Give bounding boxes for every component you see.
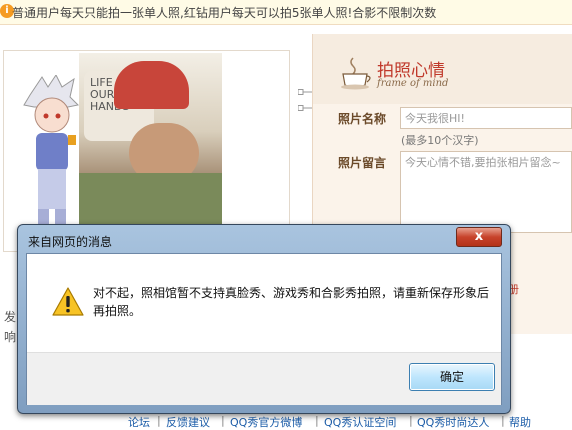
dialog-title: 来自网页的消息 bbox=[28, 235, 113, 249]
close-button[interactable]: x bbox=[456, 227, 502, 247]
footer-separator: | bbox=[221, 414, 225, 427]
avatar-figure bbox=[23, 75, 80, 235]
panel-header: 拍照心情 frame of mind bbox=[313, 34, 572, 104]
footer-link-feedback[interactable]: 反馈建议 bbox=[166, 414, 210, 430]
footer-links: 论坛 | 反馈建议 | QQ秀官方微博 | QQ秀认证空间 | QQ秀时尚达人 … bbox=[0, 414, 572, 430]
photo-name-hint: (最多10个汉字) bbox=[401, 134, 479, 147]
warning-icon bbox=[52, 287, 84, 316]
alert-dialog: 来自网页的消息 x 对不起，照相馆暂不支持真脸秀、游戏秀和合影秀拍照，请重新保存… bbox=[17, 224, 511, 414]
dialog-footer: 确定 bbox=[27, 352, 501, 405]
footer-link-certified-space[interactable]: QQ秀认证空间 bbox=[324, 414, 396, 430]
notice-text: 普通用户每天只能拍一张单人照,红钻用户每天可以拍5张单人照!合影不限制次数 bbox=[12, 6, 437, 20]
close-icon: x bbox=[474, 229, 484, 244]
dialog-body: 对不起，照相馆暂不支持真脸秀、游戏秀和合影秀拍照，请重新保存形象后再拍照。 bbox=[27, 254, 501, 352]
photo-preview: LIFE IN OUR HANDS bbox=[3, 50, 290, 252]
footer-link-fashion[interactable]: QQ秀时尚达人 bbox=[417, 414, 489, 430]
photo-cap-shape bbox=[114, 61, 189, 109]
footer-link-help[interactable]: 帮助 bbox=[509, 414, 531, 430]
photo-image: LIFE IN OUR HANDS bbox=[79, 53, 222, 249]
footer-separator: | bbox=[409, 414, 413, 427]
footer-link-weibo[interactable]: QQ秀官方微博 bbox=[230, 414, 302, 430]
footer-separator: | bbox=[501, 414, 505, 427]
notice-bar: i 普通用户每天只能拍一张单人照,红钻用户每天可以拍5张单人照!合影不限制次数 bbox=[0, 0, 572, 25]
photo-message-textarea[interactable]: 今天心情不错,要拍张相片留念~ bbox=[400, 151, 572, 233]
footer-link-forum[interactable]: 论坛 bbox=[128, 414, 150, 430]
coffee-cup-icon bbox=[341, 57, 371, 90]
footer-separator: | bbox=[157, 414, 161, 427]
panel-subtitle: frame of mind bbox=[377, 78, 449, 89]
photo-name-label: 照片名称 bbox=[338, 112, 387, 126]
dialog-content: 对不起，照相馆暂不支持真脸秀、游戏秀和合影秀拍照，请重新保存形象后再拍照。 确定 bbox=[26, 253, 502, 405]
partial-text: 响 bbox=[4, 330, 17, 344]
photo-message-label: 照片留言 bbox=[338, 156, 387, 170]
dialog-message: 对不起，照相馆暂不支持真脸秀、游戏秀和合影秀拍照，请重新保存形象后再拍照。 bbox=[93, 286, 490, 318]
ok-button[interactable]: 确定 bbox=[409, 363, 495, 391]
partial-text: 发 bbox=[4, 310, 17, 324]
photo-name-input[interactable]: 今天我很HI! bbox=[400, 107, 572, 129]
footer-separator: | bbox=[315, 414, 319, 427]
